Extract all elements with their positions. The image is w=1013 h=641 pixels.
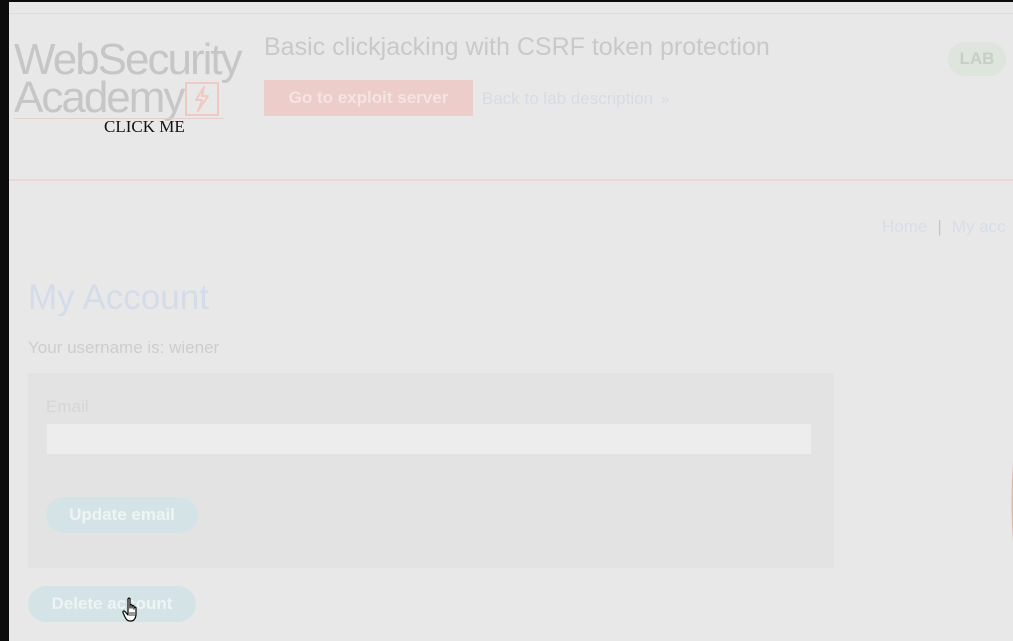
decorative-arc — [1011, 462, 1013, 542]
nav-my-account-link[interactable]: My acc — [952, 217, 1006, 236]
delete-account-button[interactable]: Delete account — [28, 586, 196, 622]
back-to-lab-description-link[interactable]: Back to lab description » — [482, 89, 669, 109]
victim-site-frame: WebSecurity Academy Basic clickjacking w… — [9, 2, 1013, 641]
update-email-button[interactable]: Update email — [46, 497, 198, 533]
email-label: Email — [46, 397, 89, 416]
hand-pointer-cursor-icon — [122, 597, 137, 622]
header-divider — [9, 179, 1013, 181]
nav-separator: | — [937, 217, 942, 236]
email-field[interactable] — [46, 423, 812, 455]
back-link-label: Back to lab description — [482, 89, 654, 108]
top-divider — [9, 13, 1013, 14]
username-text: Your username is: wiener — [28, 338, 220, 357]
logo[interactable]: WebSecurity Academy — [14, 38, 246, 122]
top-nav: Home | My acc — [882, 217, 1006, 237]
lab-status-badge: LAB — [948, 42, 1006, 76]
logo-text-line2: Academy — [14, 73, 185, 122]
change-email-form: Email Update email — [28, 373, 834, 568]
double-chevron-right-icon: » — [661, 91, 670, 108]
lightning-bolt-icon — [185, 82, 219, 116]
lab-title: Basic clickjacking with CSRF token prote… — [264, 33, 770, 61]
click-me-decoy[interactable]: CLICK ME — [104, 117, 185, 137]
go-to-exploit-server-button[interactable]: Go to exploit server — [264, 80, 473, 116]
nav-home-link[interactable]: Home — [882, 217, 927, 236]
page-title: My Account — [28, 278, 209, 317]
